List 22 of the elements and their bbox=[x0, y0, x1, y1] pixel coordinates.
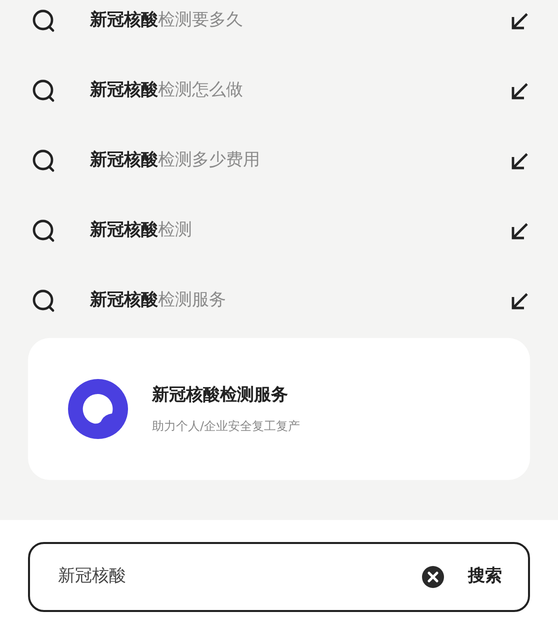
arrow-icon[interactable] bbox=[510, 291, 530, 311]
search-icon bbox=[32, 9, 56, 33]
search-button[interactable]: 搜索 bbox=[468, 564, 502, 590]
clear-icon[interactable] bbox=[422, 566, 444, 588]
service-subtitle: 助力个人/企业安全复工复产 bbox=[152, 418, 300, 435]
suggestion-text[interactable]: 新冠核酸检测服务 bbox=[90, 288, 226, 314]
service-card[interactable]: 新冠核酸检测服务 助力个人/企业安全复工复产 bbox=[28, 338, 530, 480]
suggestion-text[interactable]: 新冠核酸检测要多久 bbox=[90, 8, 243, 34]
suggestion-text[interactable]: 新冠核酸检测多少费用 bbox=[90, 148, 260, 174]
service-logo-icon bbox=[68, 379, 128, 439]
service-title: 新冠核酸检测服务 bbox=[152, 384, 289, 408]
arrow-icon[interactable] bbox=[510, 221, 530, 241]
arrow-icon[interactable] bbox=[510, 81, 530, 101]
suggestion-text[interactable]: 新冠核酸检测 bbox=[90, 218, 192, 244]
search-icon bbox=[32, 289, 56, 313]
arrow-icon[interactable] bbox=[510, 11, 530, 31]
search-icon bbox=[32, 79, 56, 103]
search-field[interactable]: 新冠核酸 搜索 bbox=[28, 542, 530, 612]
suggestion-text[interactable]: 新冠核酸检测怎么做 bbox=[90, 78, 243, 104]
search-icon bbox=[32, 219, 56, 243]
search-icon bbox=[32, 149, 56, 173]
arrow-icon[interactable] bbox=[510, 151, 530, 171]
